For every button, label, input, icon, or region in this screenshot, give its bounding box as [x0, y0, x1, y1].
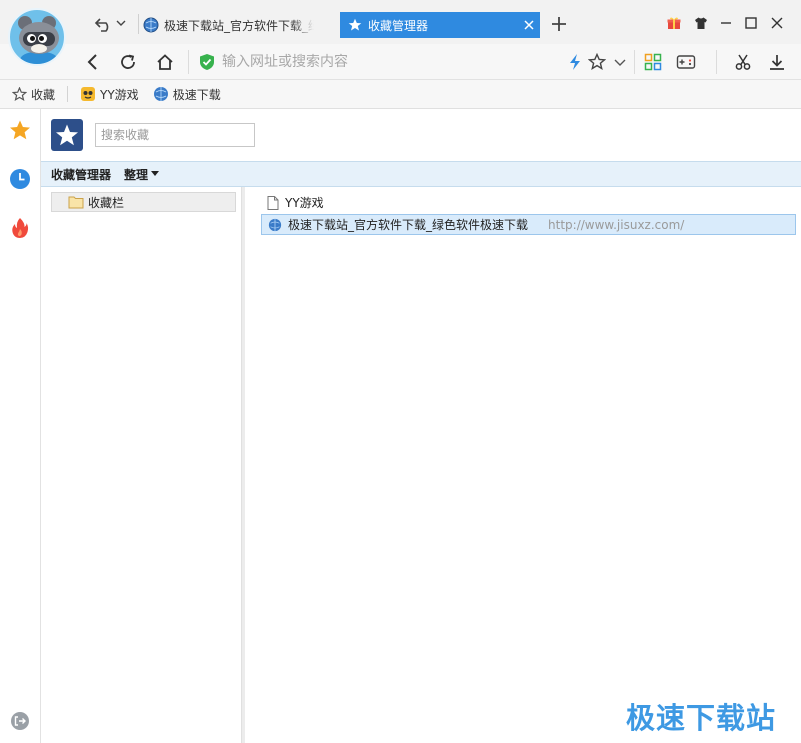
- tab-jisuxz[interactable]: 极速下载站_官方软件下载_绿色软件极速下载: [143, 12, 319, 38]
- back-arrow-icon: [87, 54, 97, 70]
- star-icon: [56, 124, 78, 146]
- caret-down-icon: [151, 171, 160, 176]
- pane-splitter[interactable]: [241, 187, 245, 743]
- bookmark-title: YY游戏: [285, 196, 324, 210]
- globe-icon: [143, 17, 159, 33]
- home-icon: [157, 54, 173, 70]
- maximize-button[interactable]: [741, 13, 761, 33]
- bookmark-label: YY游戏: [100, 87, 139, 102]
- hot-rail-button[interactable]: [9, 217, 31, 239]
- bookmark-manager-page: 收藏管理器 整理 收藏栏 YY游戏: [41, 109, 801, 743]
- plus-icon: [552, 17, 566, 31]
- folder-label: 收藏栏: [88, 195, 125, 210]
- manager-toolbar: 收藏管理器 整理: [41, 161, 801, 187]
- address-bar-input[interactable]: [222, 49, 552, 75]
- list-item[interactable]: YY游戏: [261, 192, 324, 213]
- lightning-icon: [570, 54, 580, 70]
- back-button[interactable]: [82, 51, 104, 73]
- close-icon: [771, 17, 783, 29]
- folder-tree-pane: 收藏栏: [41, 187, 241, 743]
- folder-bookmarks-bar[interactable]: 收藏栏: [51, 192, 236, 212]
- undo-close-tab-button[interactable]: [92, 12, 128, 34]
- games-button[interactable]: [675, 51, 697, 73]
- manager-title: 收藏管理器: [51, 167, 112, 182]
- star-icon: [10, 120, 30, 140]
- speed-mode-button[interactable]: [564, 51, 586, 73]
- star-icon: [348, 18, 362, 31]
- new-tab-button[interactable]: [548, 13, 570, 35]
- undo-icon: [94, 18, 126, 32]
- bookmark-label: 收藏: [31, 87, 56, 102]
- gift-icon: [667, 17, 681, 29]
- star-outline-icon: [12, 86, 27, 101]
- flame-icon: [12, 218, 29, 238]
- chevron-down-icon: [116, 20, 126, 26]
- folder-icon: [68, 196, 84, 209]
- tab-close-button[interactable]: [518, 14, 540, 36]
- tshirt-icon: [695, 17, 707, 29]
- navigation-bar: [0, 44, 801, 80]
- document-icon: [267, 195, 279, 210]
- history-rail-button[interactable]: [9, 168, 31, 190]
- browser-logo[interactable]: [8, 8, 66, 66]
- side-rail: [0, 109, 41, 743]
- organize-menu-label: 整理: [124, 167, 149, 182]
- title-bar: 极速下载站_官方软件下载_绿色软件极速下载 收藏管理器: [0, 0, 801, 44]
- refresh-icon: [121, 54, 135, 69]
- star-outline-icon: [588, 53, 606, 70]
- bookmarks-bar: 收藏 YY游戏 极速下载: [0, 80, 801, 109]
- close-window-button[interactable]: [767, 13, 787, 33]
- minimize-icon: [721, 22, 731, 24]
- bookmarks-bar-favorites[interactable]: 收藏: [12, 86, 55, 103]
- logout-icon: [11, 712, 29, 730]
- organize-menu-button[interactable]: 整理: [124, 166, 160, 183]
- chevron-down-icon: [614, 59, 626, 66]
- manager-logo: [51, 119, 83, 151]
- apps-button[interactable]: [642, 51, 664, 73]
- screenshot-button[interactable]: [732, 51, 754, 73]
- maximize-icon: [745, 17, 757, 29]
- minimize-button[interactable]: [716, 13, 736, 33]
- apps-grid-icon: [644, 53, 662, 71]
- gamepad-icon: [676, 55, 696, 69]
- scissors-icon: [735, 54, 751, 70]
- yy-games-icon: [81, 87, 96, 101]
- downloads-button[interactable]: [766, 51, 788, 73]
- home-button[interactable]: [154, 51, 176, 73]
- add-bookmark-button[interactable]: [586, 51, 608, 73]
- security-shield-icon[interactable]: [198, 53, 216, 71]
- refresh-button[interactable]: [117, 51, 139, 73]
- address-dropdown-button[interactable]: [609, 51, 631, 73]
- manager-header: [41, 109, 801, 161]
- bookmark-url: http://www.jisuxz.com/: [548, 217, 685, 232]
- tab-bookmark-manager[interactable]: 收藏管理器: [340, 12, 540, 38]
- bookmark-title: 极速下载站_官方软件下载_绿色软件极速下载: [288, 218, 529, 232]
- close-icon: [524, 20, 534, 30]
- exit-rail-button[interactable]: [9, 710, 31, 732]
- gift-button[interactable]: [664, 13, 684, 33]
- globe-icon: [268, 218, 282, 231]
- bookmark-search-input[interactable]: [95, 123, 255, 147]
- bookmark-yy-games[interactable]: YY游戏: [80, 86, 139, 103]
- tab-title: 收藏管理器: [368, 18, 429, 33]
- list-item[interactable]: 极速下载站_官方软件下载_绿色软件极速下载 http://www.jisuxz.…: [261, 214, 796, 235]
- globe-icon: [153, 87, 168, 101]
- download-icon: [770, 55, 784, 70]
- watermark: 极速下载站: [626, 701, 777, 735]
- favorites-rail-button[interactable]: [9, 119, 31, 141]
- skin-button[interactable]: [691, 13, 711, 33]
- clock-icon: [10, 169, 30, 189]
- bookmark-list-pane: YY游戏 极速下载站_官方软件下载_绿色软件极速下载 http://www.ji…: [246, 187, 801, 743]
- bookmark-jisuxz[interactable]: 极速下载: [153, 86, 221, 103]
- bookmark-label: 极速下载: [172, 87, 221, 102]
- tab-title: 极速下载站_官方软件下载_绿色软件极速下载: [164, 18, 314, 33]
